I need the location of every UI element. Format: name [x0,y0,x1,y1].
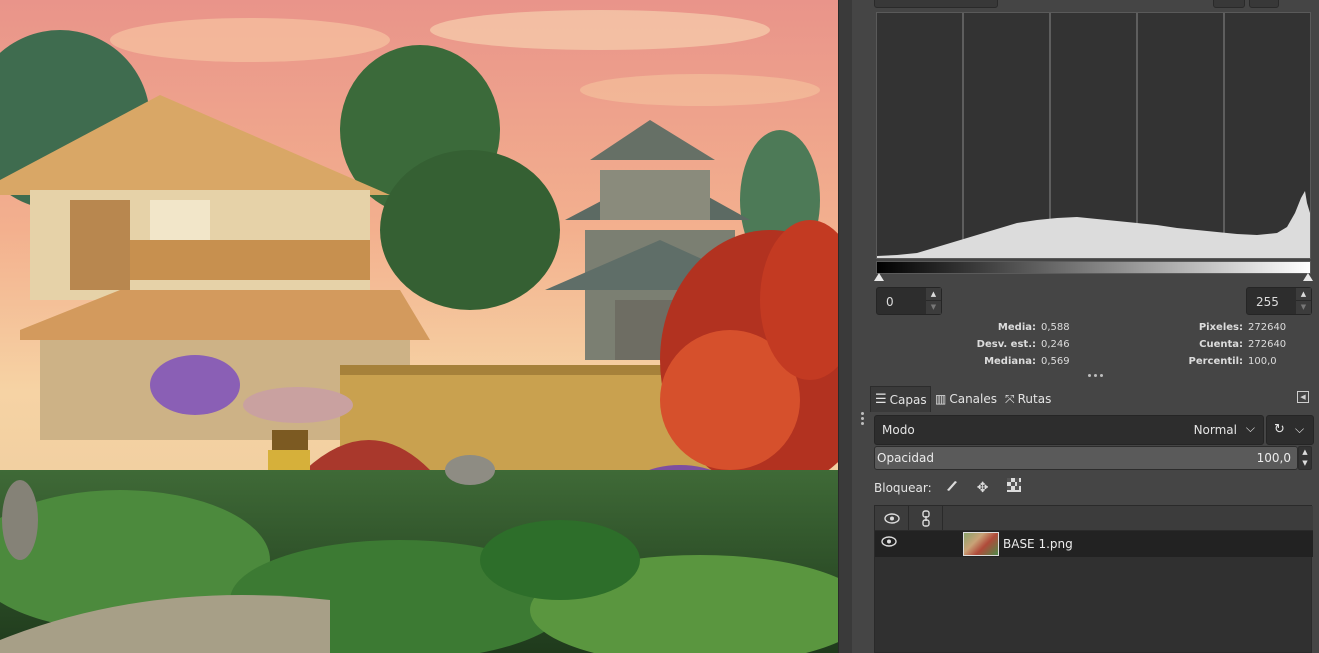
chevron-down-icon: ⌵ [1295,422,1305,436]
channels-icon: ▥ [935,392,947,406]
range-high-value: 255 [1256,295,1279,309]
opacity-label: Opacidad [877,451,934,465]
decrement-icon[interactable]: ▼ [926,301,941,314]
mode-label: Modo [882,423,915,437]
range-low-value: 0 [886,295,894,309]
stat-value: 272640 [1248,322,1287,333]
layer-name[interactable]: BASE 1.png [1003,537,1073,551]
tab-label: Rutas [1017,392,1052,406]
range-high-spinbutton[interactable]: 255 ▲ ▼ [1246,287,1312,315]
stat-value: 100,0 [1248,356,1277,367]
garden-painting [0,0,838,653]
chevron-down-icon: ⌵ [1245,421,1255,435]
opacity-slider[interactable]: Opacidad 100,0 [874,446,1298,470]
tab-label: Capas [889,392,927,407]
stat-label: Percentil: [1188,356,1243,367]
mode-value: Normal [1193,423,1237,437]
stat-value: 0,569 [1041,356,1070,367]
stat-label: Cuenta: [1199,339,1243,350]
decrement-icon[interactable]: ▼ [1296,301,1311,314]
layers-dock: ☰ Capas ▥ Canales ⤧ Rutas ◀ Modo Normal … [868,384,1319,653]
lock-alpha-icon[interactable] [1003,477,1025,499]
tab-label: Canales [949,392,998,406]
link-column-header[interactable] [909,506,943,531]
increment-icon[interactable]: ▲ [926,288,941,301]
canvas-scrollbar[interactable] [838,0,852,653]
eye-icon [884,513,900,524]
composite-mode-button[interactable]: ↻ ⌵ [1266,415,1314,445]
histogram-dock: 0 ▲ ▼ 255 ▲ ▼ Media: 0,588 Desv. est.: 0… [868,0,1319,377]
opacity-stepper[interactable]: ▲ ▼ [1298,446,1312,470]
channel-select[interactable] [874,0,998,8]
opacity-value: 100,0 [1256,451,1291,465]
stat-label: Media: [997,322,1036,333]
layers-icon: ☰ [875,392,887,407]
stat-value: 272640 [1248,339,1287,350]
histogram-graph[interactable] [876,12,1311,259]
layer-list: BASE 1.png [874,505,1313,653]
layer-thumbnail [963,532,999,556]
range-low-spinbutton[interactable]: 0 ▲ ▼ [876,287,942,315]
gimp-window: 0 ▲ ▼ 255 ▲ ▼ Media: 0,588 Desv. est.: 0… [0,0,1319,653]
image-canvas[interactable] [0,0,838,653]
paths-icon: ⤧ [1005,391,1015,406]
dock-grip-handle[interactable] [861,412,865,426]
stat-value: 0,246 [1041,339,1070,350]
reset-icon: ↻ [1274,422,1285,437]
layer-row[interactable]: BASE 1.png [875,531,1313,557]
value-gradient-bar [876,261,1311,274]
range-high-handle[interactable] [1303,273,1313,281]
dock-menu-icon[interactable]: ◀ [1297,391,1309,403]
lock-label: Bloquear: [874,481,932,495]
stat-label: Desv. est.: [976,339,1036,350]
increment-icon[interactable]: ▲ [1296,288,1311,301]
tab-paths[interactable]: ⤧ Rutas [1001,386,1059,412]
stat-label: Pixeles: [1198,322,1243,333]
tab-channels[interactable]: ▥ Canales [931,386,1001,412]
chain-icon [922,510,930,527]
lock-position-icon[interactable]: ✥ [972,477,994,499]
lock-row: Bloquear: ✥ [874,477,1025,499]
mode-select[interactable]: Modo Normal ⌵ [874,415,1264,445]
histogram-curve [877,191,1310,258]
tab-layers[interactable]: ☰ Capas [870,386,931,412]
dock-tabs: ☰ Capas ▥ Canales ⤧ Rutas ◀ [868,384,1319,412]
eye-icon[interactable] [881,536,897,547]
layer-list-header [875,506,1313,531]
lock-pixels-icon[interactable] [941,477,963,499]
range-low-handle[interactable] [874,273,884,281]
dock-separator [852,0,868,653]
dock-resize-grip[interactable] [1088,374,1108,380]
stat-value: 0,588 [1041,322,1070,333]
visibility-column-header[interactable] [875,506,909,531]
log-histogram-button[interactable] [1249,0,1279,8]
stat-label: Mediana: [984,356,1036,367]
linear-histogram-button[interactable] [1213,0,1245,8]
